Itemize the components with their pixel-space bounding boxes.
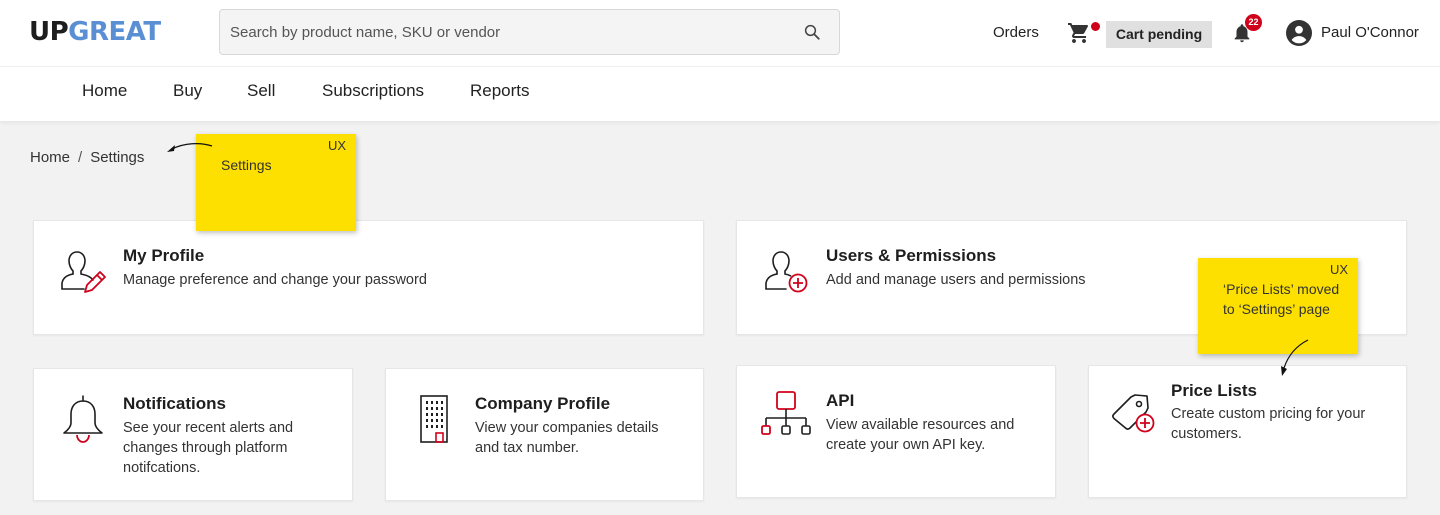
search-input[interactable] <box>220 10 780 54</box>
breadcrumb-current: Settings <box>90 149 145 166</box>
sticky-note-text: Settings <box>221 157 272 173</box>
sticky-note-arrow <box>167 143 213 152</box>
logo-text-up: UP <box>29 17 69 47</box>
card-title: Users & Permissions <box>826 246 997 265</box>
card-price-lists[interactable]: Price Lists Create custom pricing for yo… <box>1088 365 1407 498</box>
breadcrumb-home[interactable]: Home <box>30 149 70 166</box>
sticky-note-tag: UX <box>327 138 346 153</box>
card-notifications[interactable]: Notifications See your recent alerts and… <box>33 368 353 501</box>
price-tag-add-icon <box>1112 394 1155 433</box>
bell-icon <box>63 395 103 443</box>
cart-indicator-dot <box>1091 22 1100 31</box>
ux-sticky-note-settings: UX Settings <box>196 134 356 231</box>
card-title: Price Lists <box>1171 381 1257 400</box>
main-nav: Home Buy Sell Subscriptions Reports <box>0 66 1440 121</box>
api-network-icon <box>761 391 811 435</box>
card-title: API <box>826 391 855 410</box>
upgreat-logo[interactable]: UPGREAT <box>29 17 161 47</box>
card-description: See your recent alerts and changes throu… <box>123 420 294 476</box>
breadcrumb-separator: / <box>78 149 83 166</box>
logo-text-great: GREAT <box>68 17 161 47</box>
sticky-note-tag: UX <box>1329 262 1348 277</box>
nav-item-home[interactable]: Home <box>82 81 127 101</box>
notification-count-badge: 22 <box>1245 14 1262 31</box>
card-description: View available resources and create your… <box>826 417 1015 453</box>
card-description: Create custom pricing for your customers… <box>1171 406 1366 442</box>
card-title: Notifications <box>123 394 226 413</box>
building-icon <box>420 395 448 443</box>
sticky-note-arrow <box>1281 339 1309 376</box>
card-company-profile[interactable]: Company Profile View your companies deta… <box>385 368 704 501</box>
card-title: My Profile <box>123 246 205 265</box>
card-title: Company Profile <box>475 394 611 413</box>
user-edit-icon <box>61 251 106 293</box>
nav-item-reports[interactable]: Reports <box>470 81 530 101</box>
orders-link[interactable]: Orders <box>993 24 1039 41</box>
top-header: UPGREAT Orders Cart pending 22 Paul O'Co… <box>0 0 1440 66</box>
card-description: View your companies details and tax numb… <box>475 420 659 456</box>
nav-item-sell[interactable]: Sell <box>247 81 275 101</box>
sticky-note-text: ‘Price Lists’ moved to ‘Settings’ page <box>1223 281 1340 317</box>
card-my-profile[interactable]: My Profile Manage preference and change … <box>33 220 704 335</box>
card-api[interactable]: API View available resources and create … <box>736 365 1056 498</box>
user-add-icon <box>765 251 808 293</box>
search-bar <box>219 9 840 55</box>
cart-pending-button[interactable]: Cart pending <box>1106 21 1212 48</box>
search-icon[interactable] <box>803 23 821 41</box>
nav-item-subscriptions[interactable]: Subscriptions <box>322 81 424 101</box>
user-name[interactable]: Paul O'Connor <box>1321 24 1419 41</box>
user-avatar-icon[interactable] <box>1286 20 1312 46</box>
breadcrumb: Home / Settings <box>30 149 144 166</box>
nav-item-buy[interactable]: Buy <box>173 81 202 101</box>
card-description: Manage preference and change your passwo… <box>123 272 427 288</box>
shopping-cart-icon[interactable] <box>1067 21 1091 45</box>
